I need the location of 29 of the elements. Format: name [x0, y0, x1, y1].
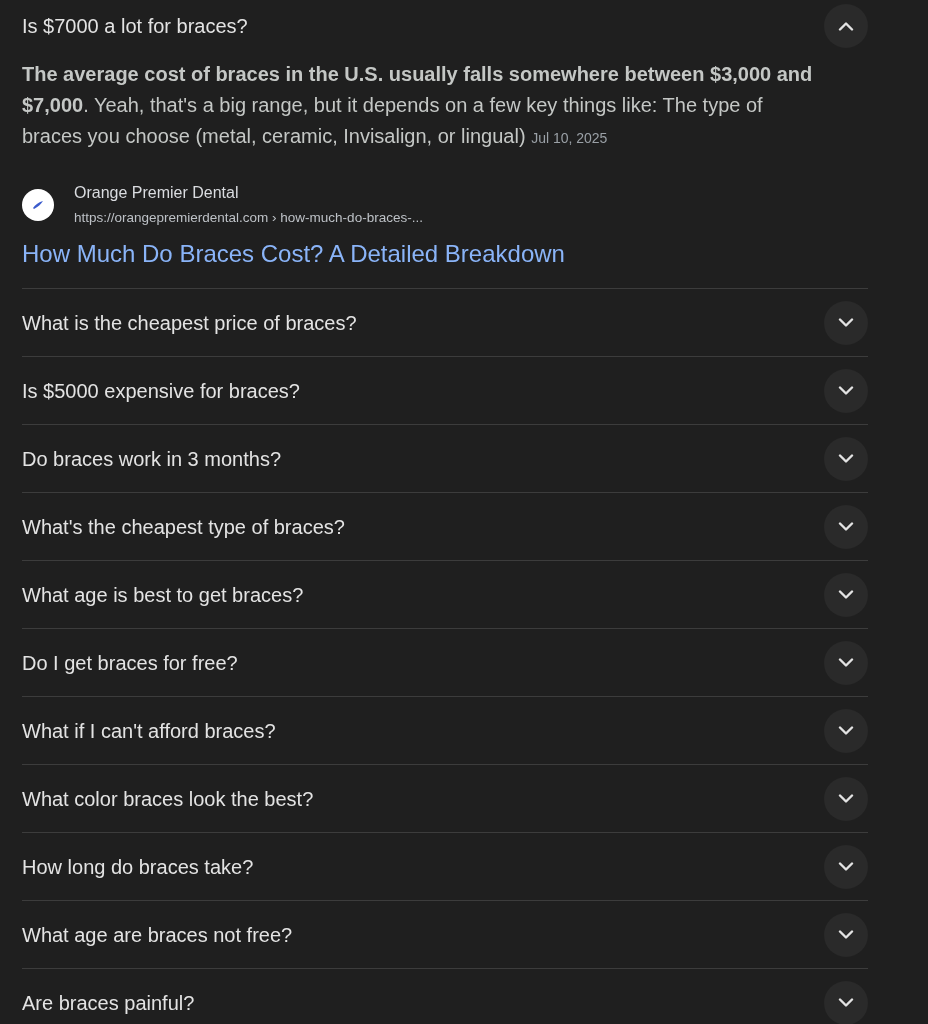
expand-button[interactable] [824, 844, 868, 889]
question-text[interactable]: Is $7000 a lot for braces? [22, 11, 248, 41]
expand-button[interactable] [824, 300, 868, 345]
expand-button[interactable] [824, 640, 868, 685]
question-text[interactable]: What color braces look the best? [22, 783, 314, 814]
question-text[interactable]: Do braces work in 3 months? [22, 443, 281, 474]
question-text[interactable]: Is $5000 expensive for braces? [22, 375, 300, 406]
expand-button[interactable] [824, 912, 868, 957]
question-text[interactable]: Do I get braces for free? [22, 647, 238, 678]
expand-button[interactable] [824, 980, 868, 1024]
expand-button[interactable] [824, 504, 868, 549]
answer-snippet: The average cost of braces in the U.S. usually falls somewhere between $3,000 and $7,000. Yeah, that's a big range, but it depends on a few key things like: The type of braces you choose (metal, ceramic, Invisalign, or lingual) Jul 10, 2025 [22, 62, 814, 149]
question-text[interactable]: What is the cheapest price of braces? [22, 307, 357, 338]
source-name[interactable]: Orange Premier Dental [74, 182, 423, 204]
expand-button[interactable] [824, 776, 868, 821]
question-text[interactable]: What's the cheapest type of braces? [22, 511, 345, 542]
expand-button[interactable] [824, 436, 868, 481]
result-title-link[interactable]: How Much Do Braces Cost? A Detailed Breakdown [22, 238, 565, 270]
collapse-button[interactable] [824, 4, 868, 48]
source-url[interactable]: https://orangepremierdental.com › how-much-do-braces-... [74, 208, 423, 228]
question-text[interactable]: What if I can't afford braces? [22, 715, 276, 746]
question-text[interactable]: How long do braces take? [22, 851, 254, 882]
expand-button[interactable] [824, 708, 868, 753]
question-text[interactable]: What age are braces not free? [22, 919, 293, 950]
expand-button[interactable] [824, 572, 868, 617]
question-text[interactable]: What age is best to get braces? [22, 579, 304, 610]
logo-icon [22, 189, 54, 221]
expand-button[interactable] [824, 368, 868, 413]
question-text[interactable]: Are braces painful? [22, 987, 195, 1018]
